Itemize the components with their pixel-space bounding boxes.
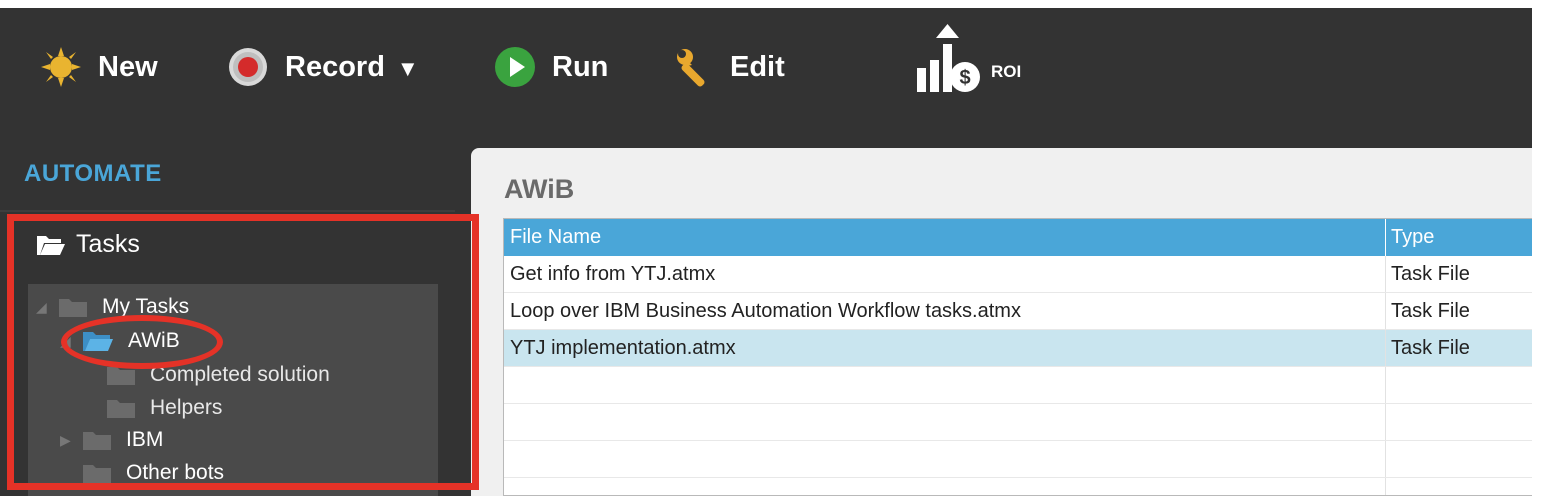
column-header-file-name[interactable]: File Name (504, 219, 1386, 256)
tree-node-label: IBM (126, 428, 164, 451)
folder-icon (107, 400, 135, 418)
svg-text:$: $ (959, 67, 970, 89)
wrench-icon (677, 49, 705, 87)
tree-node-label: Helpers (150, 396, 223, 419)
expanded-arrow-icon[interactable]: ◢ (36, 299, 50, 316)
tree-node-my-tasks[interactable]: ◢ My Tasks (36, 292, 189, 322)
roi-label: ROI (991, 62, 1022, 81)
edit-button[interactable]: Edit (674, 38, 785, 96)
task-list-panel: AWiB File Name Type Get info from YTJ.at… (471, 148, 1532, 496)
tree-node-completed-solution[interactable]: Completed solution (106, 360, 330, 390)
folder-icon (83, 432, 111, 450)
record-dropdown-caret-icon[interactable]: ▼ (397, 56, 419, 82)
roi-chart-icon: $ (917, 24, 980, 92)
run-label: Run (552, 50, 609, 83)
roi-button[interactable]: $ ROI (913, 24, 1021, 96)
tasks-header[interactable]: Tasks (36, 230, 140, 259)
file-name-cell: Loop over IBM Business Automation Workfl… (504, 293, 1386, 329)
file-type-cell: Task File (1391, 336, 1470, 359)
automation-client-window: New Record ▼ Run Edit $ ROI AUTOMATE Tas… (0, 0, 1532, 496)
empty-table-row (504, 367, 1532, 404)
collapsed-arrow-icon[interactable]: ▶ (60, 432, 74, 449)
table-row[interactable]: Get info from YTJ.atmx Task File (504, 256, 1532, 293)
file-name-cell: Get info from YTJ.atmx (504, 256, 1386, 292)
table-row[interactable]: Loop over IBM Business Automation Workfl… (504, 293, 1532, 330)
record-label: Record (285, 50, 385, 83)
tree-node-label: AWiB (128, 329, 180, 352)
empty-table-row (504, 478, 1532, 495)
record-icon (229, 48, 267, 86)
tree-node-awib[interactable]: ◢ AWiB (60, 326, 180, 356)
open-folder-icon (83, 332, 113, 351)
table-header-row: File Name Type (504, 219, 1532, 256)
tree-node-label: Other bots (126, 461, 225, 484)
empty-table-row (504, 404, 1532, 441)
task-folder-tree: ◢ My Tasks ◢ AWiB Completed solution Hel… (28, 284, 438, 496)
folder-icon (107, 367, 135, 385)
column-header-type[interactable]: Type (1386, 219, 1532, 256)
file-name-cell: YTJ implementation.atmx (504, 330, 1386, 366)
open-folder-icon (37, 235, 65, 255)
record-button[interactable]: Record ▼ (227, 38, 419, 96)
tasks-label: Tasks (76, 230, 140, 258)
top-margin (0, 0, 1542, 8)
tree-node-label: My Tasks (102, 295, 190, 318)
table-row-selected[interactable]: YTJ implementation.atmx Task File (504, 330, 1532, 367)
sun-icon (41, 47, 81, 87)
task-files-table: File Name Type Get info from YTJ.atmx Ta… (503, 218, 1532, 496)
automate-section-title: AUTOMATE (24, 160, 162, 187)
tree-node-label: Completed solution (150, 363, 330, 386)
folder-icon (83, 465, 111, 483)
panel-title: AWiB (504, 174, 575, 204)
edit-label: Edit (730, 50, 785, 83)
file-type-cell: Task File (1391, 262, 1470, 285)
right-margin (1532, 0, 1542, 496)
run-button[interactable]: Run (494, 38, 608, 96)
new-label: New (98, 50, 158, 83)
empty-table-row (504, 441, 1532, 478)
tree-node-other-bots[interactable]: Other bots (82, 458, 224, 488)
new-button[interactable]: New (40, 38, 158, 96)
expanded-arrow-icon[interactable]: ◢ (60, 333, 74, 350)
sidebar-divider (0, 210, 455, 212)
file-type-cell: Task File (1391, 299, 1470, 322)
folder-icon (59, 299, 87, 317)
tree-node-ibm[interactable]: ▶ IBM (60, 425, 163, 455)
tree-node-helpers[interactable]: Helpers (106, 393, 222, 423)
play-icon (495, 47, 535, 87)
